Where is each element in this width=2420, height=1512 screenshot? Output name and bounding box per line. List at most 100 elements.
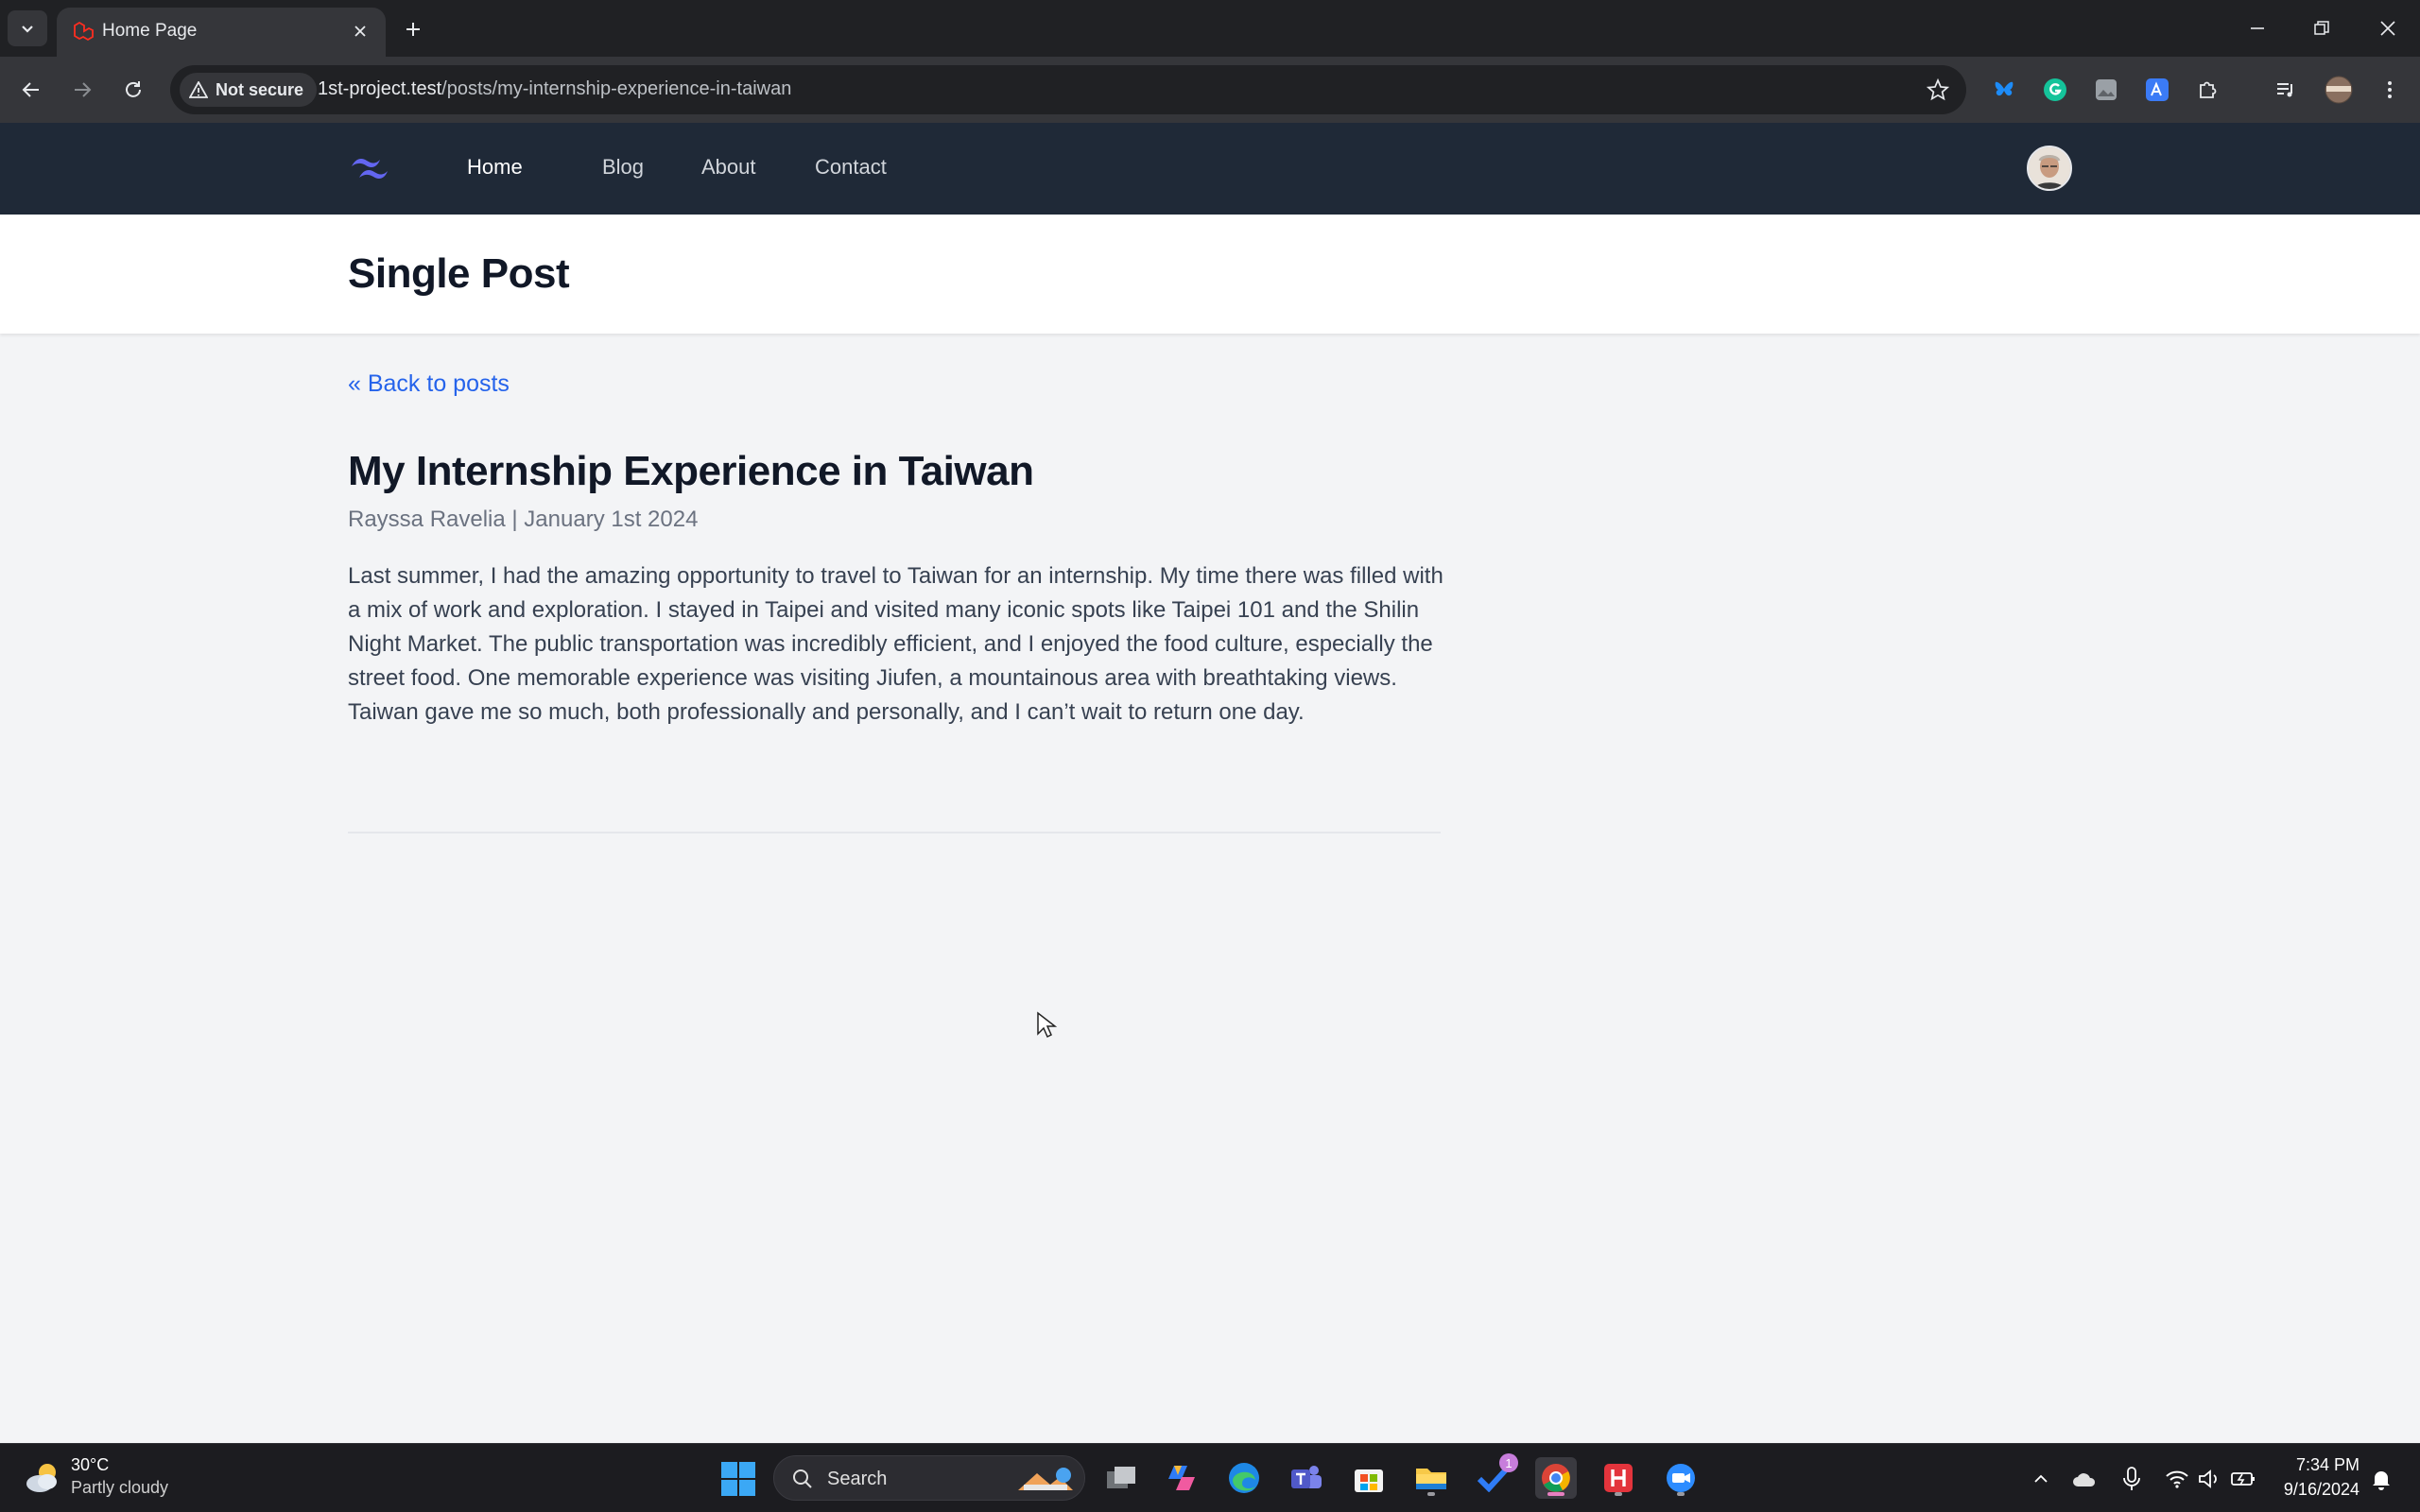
user-avatar[interactable] [2027, 146, 2072, 191]
security-chip[interactable]: Not secure [180, 73, 318, 107]
file-explorer-button[interactable] [1410, 1457, 1452, 1499]
playlist-icon [2277, 83, 2292, 97]
weather-temperature[interactable]: 30°C [71, 1455, 109, 1475]
search-icon [793, 1469, 812, 1488]
notifications-button[interactable] [2367, 1465, 2395, 1493]
grammarly-icon [2044, 78, 2066, 101]
forward-button[interactable] [64, 72, 100, 108]
clock-time[interactable]: 7:34 PM [2296, 1455, 2360, 1475]
teams-button[interactable] [1286, 1457, 1327, 1499]
browser-toolbar: Not secure 1st-project.test/posts/my-int… [0, 57, 2420, 123]
translate-icon [2146, 78, 2169, 101]
arrow-left-icon [22, 82, 39, 97]
show-hidden-icons-button[interactable] [2027, 1465, 2055, 1493]
nav-link-blog[interactable]: Blog [602, 155, 644, 180]
bookmark-star-button[interactable] [1925, 77, 1951, 103]
battery-button[interactable] [2229, 1465, 2257, 1493]
battery-charging-icon [2231, 1472, 2255, 1486]
copilot-icon [1168, 1466, 1195, 1490]
wifi-icon [2166, 1470, 2188, 1488]
taskbar: 30°C Partly cloudy Search 1 7:34 PM 9/16… [0, 1443, 2420, 1512]
todo-button[interactable]: 1 [1473, 1453, 1518, 1499]
site-navbar: Home Blog About Contact [0, 123, 2420, 215]
task-view-icon [1107, 1467, 1135, 1488]
new-tab-button[interactable] [397, 13, 429, 45]
url-host: 1st-project.test [318, 78, 442, 99]
browser-menu-button[interactable] [2375, 75, 2405, 105]
mouse-cursor-icon [1037, 1011, 1057, 1039]
extension-photo-button[interactable] [2091, 75, 2121, 105]
image-icon [2096, 79, 2117, 100]
post-meta: Rayssa Ravelia | January 1st 2024 [348, 507, 699, 532]
chrome-icon [1542, 1464, 1570, 1492]
restore-button[interactable] [2290, 6, 2354, 51]
reload-button[interactable] [115, 72, 151, 108]
chevron-up-icon [2034, 1474, 2048, 1483]
taskbar-search-label: Search [827, 1469, 888, 1489]
url-path: /posts/my-internship-experience-in-taiwa… [441, 78, 792, 99]
search-highlight-icon [1018, 1468, 1073, 1490]
tab-search-button[interactable] [8, 10, 47, 46]
microphone-button[interactable] [2118, 1465, 2146, 1493]
running-indicator [1677, 1492, 1685, 1496]
cloud-icon [2073, 1473, 2096, 1486]
microsoft-store-button[interactable] [1348, 1457, 1390, 1499]
media-controls-button[interactable] [2271, 75, 2301, 105]
extension-grammarly-button[interactable] [2040, 75, 2070, 105]
clock-date[interactable]: 9/16/2024 [2284, 1480, 2360, 1500]
reload-icon [126, 81, 141, 97]
nav-link-contact[interactable]: Contact [815, 155, 887, 180]
warning-icon [189, 81, 208, 98]
volume-button[interactable] [2195, 1465, 2223, 1493]
profile-avatar-icon [2325, 76, 2353, 104]
microphone-icon [2123, 1467, 2140, 1490]
address-bar[interactable]: Not secure 1st-project.test/posts/my-int… [170, 65, 1966, 114]
browser-tab-active[interactable]: Home Page [57, 8, 386, 57]
extension-bluesky-button[interactable] [1989, 75, 2019, 105]
taskbar-search-box[interactable]: Search [773, 1455, 1085, 1501]
notification-badge: 1 [1499, 1453, 1518, 1472]
speaker-icon [2199, 1469, 2217, 1488]
security-label: Not secure [216, 79, 304, 99]
partly-cloudy-icon[interactable] [23, 1459, 64, 1497]
copilot-button[interactable] [1161, 1457, 1202, 1499]
extension-translate-button[interactable] [2142, 75, 2172, 105]
more-vertical-icon [2388, 81, 2392, 98]
back-to-posts-link[interactable]: « Back to posts [348, 370, 510, 398]
back-button[interactable] [13, 72, 49, 108]
nav-link-home[interactable]: Home [467, 155, 523, 180]
user-photo-icon [2029, 147, 2070, 189]
app-h-button[interactable] [1598, 1457, 1639, 1499]
star-icon [1927, 78, 1949, 101]
minimize-button[interactable] [2225, 6, 2290, 51]
windows-start-icon[interactable] [720, 1461, 756, 1497]
close-icon [2380, 21, 2395, 36]
task-view-button[interactable] [1100, 1457, 1142, 1499]
folder-icon [1416, 1469, 1446, 1489]
post-body: Last summer, I had the amazing opportuni… [348, 563, 1443, 725]
tailwind-logo-icon[interactable] [348, 153, 393, 183]
running-indicator [1615, 1492, 1622, 1496]
tab-title: Home Page [102, 21, 198, 41]
wifi-button[interactable] [2163, 1465, 2191, 1493]
close-window-button[interactable] [2356, 6, 2420, 51]
weather-description[interactable]: Partly cloudy [71, 1478, 168, 1498]
teams-icon [1291, 1466, 1322, 1488]
restore-icon [2314, 21, 2329, 35]
puzzle-icon [2200, 81, 2217, 98]
edge-button[interactable] [1223, 1457, 1265, 1499]
page-title: Single Post [348, 250, 570, 297]
nav-link-about[interactable]: About [701, 155, 756, 180]
active-indicator [1547, 1492, 1564, 1496]
extensions-menu-button[interactable] [2193, 75, 2223, 105]
browser-tabstrip: Home Page [0, 0, 2420, 57]
profile-avatar-button[interactable] [2324, 75, 2354, 105]
onedrive-button[interactable] [2070, 1465, 2099, 1493]
zoom-button[interactable] [1660, 1457, 1702, 1499]
tab-close-button[interactable] [348, 19, 372, 43]
url-text[interactable]: 1st-project.test/posts/my-internship-exp… [318, 78, 791, 100]
running-indicator [1427, 1492, 1435, 1496]
edge-icon [1229, 1463, 1259, 1493]
chrome-button[interactable] [1535, 1457, 1577, 1499]
arrow-right-icon [75, 82, 92, 97]
